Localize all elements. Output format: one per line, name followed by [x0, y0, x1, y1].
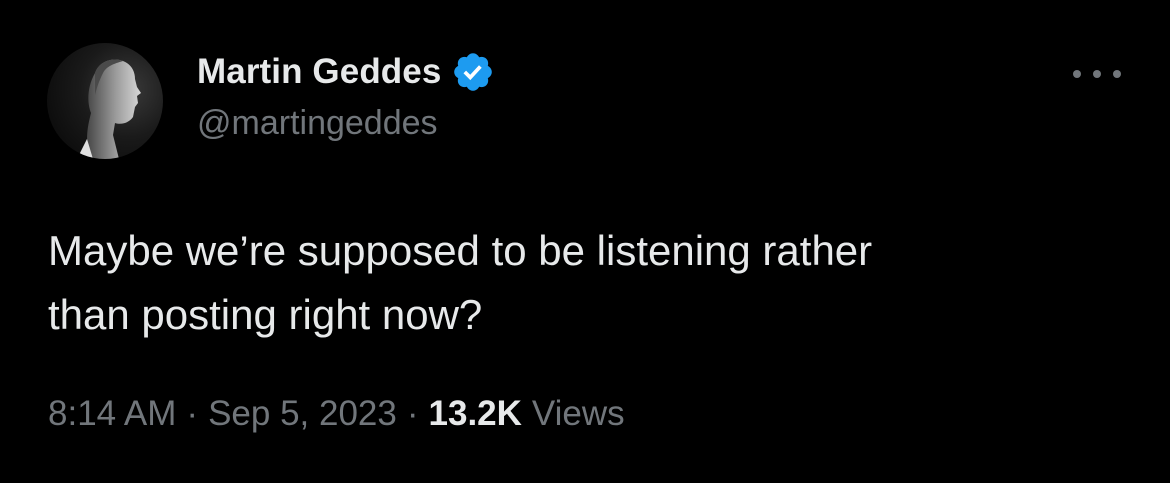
author-handle[interactable]: @martingeddes — [197, 104, 438, 143]
verified-badge-icon[interactable] — [451, 50, 495, 94]
tweet-time[interactable]: 8:14 AM — [48, 394, 176, 434]
more-dot — [1113, 70, 1121, 78]
tweet-card: Martin Geddes @martingeddes Maybe we’re … — [0, 0, 1170, 483]
avatar[interactable] — [47, 43, 163, 159]
views-count[interactable]: 13.2K — [429, 394, 522, 434]
avatar-portrait-image — [77, 59, 141, 159]
author-display-name[interactable]: Martin Geddes — [197, 52, 441, 92]
views-label[interactable]: Views — [532, 394, 625, 434]
more-dot — [1073, 70, 1081, 78]
tweet-metadata: 8:14 AM · Sep 5, 2023 · 13.2K Views — [48, 394, 625, 434]
tweet-date[interactable]: Sep 5, 2023 — [208, 394, 397, 434]
more-dot — [1093, 70, 1101, 78]
tweet-text: Maybe we’re supposed to be listening rat… — [48, 227, 873, 338]
author-name-row: Martin Geddes — [197, 48, 495, 96]
more-options-icon[interactable] — [1073, 64, 1121, 84]
separator-dot: · — [406, 394, 419, 433]
separator-dot: · — [186, 394, 199, 433]
